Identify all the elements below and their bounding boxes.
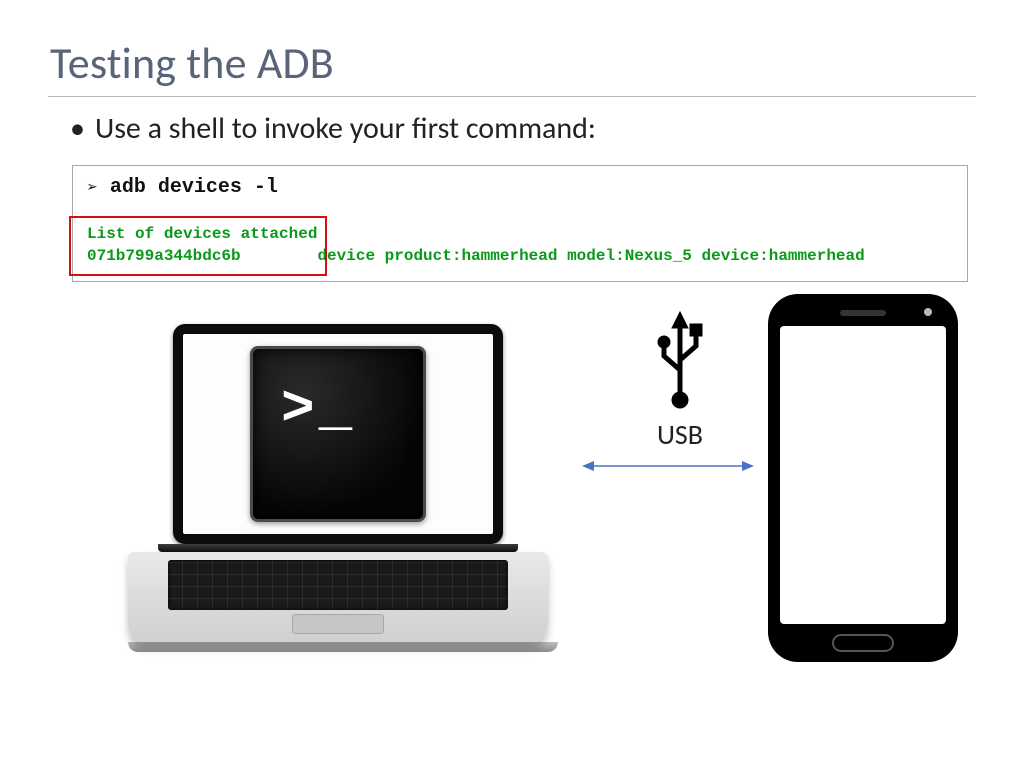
double-arrow-icon xyxy=(582,458,754,474)
laptop-bezel: >_ xyxy=(173,324,503,544)
bullet-text: Use a shell to invoke your first command… xyxy=(95,111,596,147)
phone-home-button xyxy=(832,634,894,652)
keyboard xyxy=(168,560,508,610)
code-block: ➢ adb devices -l List of devices attache… xyxy=(72,165,968,282)
terminal-prompt-text: >_ xyxy=(281,377,356,441)
phone-illustration xyxy=(768,294,958,662)
slide: Testing the ADB • Use a shell to invoke … xyxy=(0,0,1024,768)
phone-speaker xyxy=(840,310,886,316)
output-line-1: List of devices attached xyxy=(87,225,317,243)
laptop-illustration: >_ xyxy=(128,324,548,652)
usb-block: USB xyxy=(610,310,750,452)
bullet-item: • Use a shell to invoke your first comma… xyxy=(70,111,976,147)
command-text: adb devices -l xyxy=(110,176,278,199)
laptop-deck xyxy=(128,552,548,642)
slide-title: Testing the ADB xyxy=(50,36,976,90)
trackpad xyxy=(292,614,384,634)
bullet-dot-icon: • xyxy=(70,111,85,147)
laptop-foot xyxy=(128,642,558,652)
usb-icon xyxy=(640,310,720,410)
phone-camera xyxy=(924,308,932,316)
laptop-hinge xyxy=(158,544,518,552)
prompt-chevron-icon: ➢ xyxy=(87,177,98,199)
laptop-screen: >_ xyxy=(183,334,493,534)
command-output: List of devices attached 071b799a344bdc6… xyxy=(87,223,953,267)
phone-screen xyxy=(780,326,946,624)
command-line: ➢ adb devices -l xyxy=(87,176,953,199)
terminal-icon: >_ xyxy=(250,346,426,522)
usb-label: USB xyxy=(610,417,750,452)
output-line-2: 071b799a344bdc6b device product:hammerhe… xyxy=(87,247,865,265)
title-divider xyxy=(48,96,976,97)
diagram-area: >_ xyxy=(48,314,976,694)
